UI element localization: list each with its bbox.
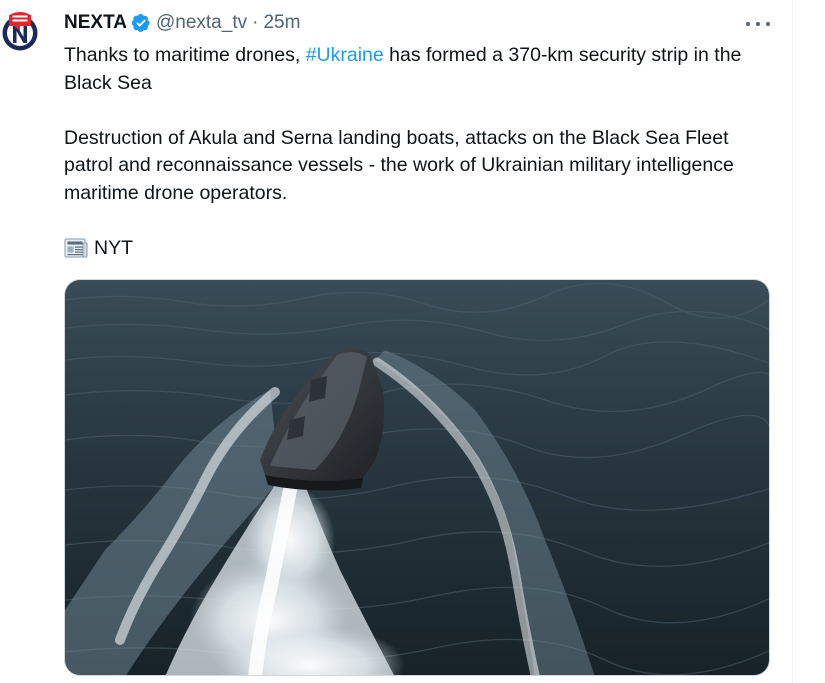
avatar[interactable] [0, 12, 40, 52]
source-label: NYT [94, 236, 133, 259]
column-divider [792, 0, 793, 683]
newspaper-icon [64, 237, 88, 259]
tweet-text: Thanks to maritime drones, #Ukraine has … [64, 42, 774, 262]
nexta-logo-icon [0, 12, 40, 52]
verified-badge-icon [131, 13, 151, 33]
sea-drone-photo [65, 280, 769, 675]
header-separator: · [252, 12, 259, 33]
tweet-paragraph-2: Destruction of Akula and Serna landing b… [64, 126, 734, 204]
tweet-paragraph-1: Thanks to maritime drones, #Ukraine has … [64, 42, 774, 97]
hashtag-link[interactable]: #Ukraine [306, 44, 384, 66]
more-options-icon[interactable] [746, 14, 770, 34]
author-name[interactable]: NEXTA [64, 12, 127, 34]
tweet-text-start: Thanks to maritime drones, [64, 44, 306, 66]
tweet-card[interactable]: NEXTA @nexta_tv · 25m Thanks to maritime… [0, 0, 825, 683]
author-handle[interactable]: @nexta_tv [156, 12, 247, 34]
tweet-source-line: NYT [64, 235, 774, 263]
tweet-media[interactable] [64, 279, 770, 676]
tweet-header: NEXTA @nexta_tv · 25m [64, 10, 300, 36]
post-time[interactable]: 25m [263, 12, 300, 34]
